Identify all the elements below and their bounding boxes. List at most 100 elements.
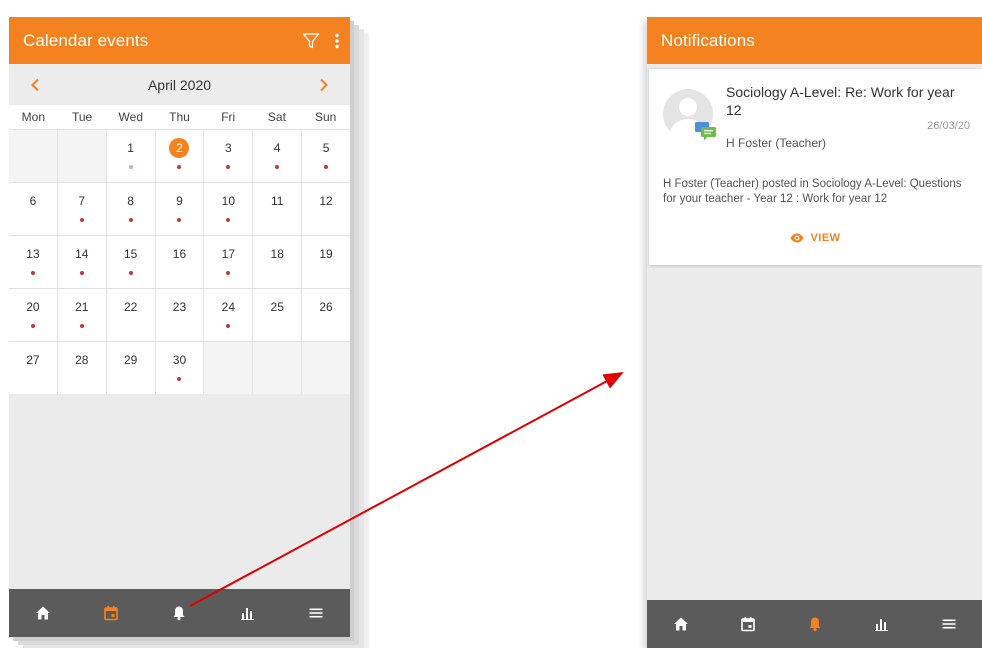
event-indicator-dot [324,165,329,169]
calendar-day[interactable]: 19 [302,236,350,288]
nav-tab-calendar[interactable] [728,600,768,648]
day-number: 8 [127,194,134,208]
calendar-day[interactable]: 29 [106,342,155,394]
calendar-day[interactable]: 25 [253,289,302,341]
day-number: 7 [78,194,86,208]
calendar-day[interactable]: 26 [302,289,350,341]
event-indicator-dot [79,218,84,222]
day-number: 5 [322,141,330,155]
view-button[interactable]: VIEW [649,232,982,244]
event-indicator-dot [226,165,231,169]
calendar-day[interactable]: 13 [9,236,57,288]
nav-tab-home[interactable] [23,589,63,637]
event-indicator-dot [177,377,182,381]
day-number: 2 [169,138,190,158]
calendar-app-bar: Calendar events [9,17,350,64]
calendar-title: Calendar events [23,30,149,50]
day-number: 13 [26,247,40,261]
event-indicator-dot [177,218,182,222]
day-number: 11 [270,194,284,208]
day-number: 30 [172,353,187,367]
nav-tab-menu[interactable] [929,600,969,648]
nav-tab-notifications[interactable] [159,589,199,637]
day-number: 26 [319,300,333,314]
nav-tab-calendar[interactable] [91,589,131,637]
month-title: April 2020 [147,76,212,93]
calendar-day[interactable]: 18 [253,236,302,288]
month-navigator: April 2020 [9,64,350,105]
calendar-day[interactable]: 5 [302,130,350,182]
eye-icon [790,233,804,243]
nav-tab-home[interactable] [661,600,701,648]
nav-tab-menu[interactable] [296,589,336,637]
chevron-left-icon [31,78,39,91]
calendar-day[interactable]: 7 [57,183,106,235]
calendar-day[interactable]: 21 [57,289,106,341]
nav-tab-grades[interactable] [862,600,902,648]
calendar-day[interactable]: 22 [106,289,155,341]
day-number: 19 [319,247,333,261]
calendar-day[interactable]: 17 [204,236,253,288]
calendar-icon [740,616,756,632]
weekday-label: Fri [221,110,236,124]
calendar-day[interactable]: 23 [155,289,204,341]
weekday-label: Tue [71,110,93,124]
day-number: 18 [270,247,284,261]
message-bubble-icon [695,121,717,146]
notification-card[interactable]: Sociology A-Level: Re: Work for year 12 … [649,69,982,265]
event-indicator-dot [177,165,182,169]
calendar-empty-cell [57,130,106,182]
day-number: 10 [221,194,236,208]
calendar-day[interactable]: 24 [204,289,253,341]
day-number: 1 [127,141,134,155]
notification-message: H Foster (Teacher) posted in Sociology A… [663,178,962,205]
menu-icon [941,616,957,632]
menu-icon [308,605,324,621]
chevron-right-icon [320,78,328,91]
notification-author: H Foster (Teacher) [726,136,827,150]
home-icon [673,616,689,632]
calendar-day[interactable]: 28 [57,342,106,394]
day-number: 27 [26,353,40,367]
day-number: 24 [221,300,236,314]
more-vert-icon[interactable] [334,32,340,50]
calendar-day[interactable]: 14 [57,236,106,288]
event-indicator-dot [128,165,133,169]
event-indicator-dot [128,218,133,222]
calendar-day[interactable]: 4 [253,130,302,182]
calendar-day[interactable]: 11 [253,183,302,235]
bell-icon [807,616,823,632]
event-indicator-dot [226,324,231,328]
filter-icon[interactable] [302,32,320,50]
calendar-day[interactable]: 1 [106,130,155,182]
calendar-grid: 1 2 3 4 5 6 7 8 9 10 11 12 13 14 15 16 17 18 19 20 21 22 23 24 2… [9,129,350,394]
calendar-day[interactable]: 8 [106,183,155,235]
calendar-day[interactable]: 20 [9,289,57,341]
day-number: 28 [75,353,89,367]
notifications-app-bar: Notifications [647,17,982,64]
day-number: 22 [123,300,138,314]
calendar-day[interactable]: 30 [155,342,204,394]
event-indicator-dot [30,271,35,275]
calendar-empty-cell [204,342,253,394]
next-month-button[interactable] [304,64,344,105]
calendar-day[interactable]: 2 [155,130,204,182]
nav-tab-grades[interactable] [228,589,268,637]
calendar-day[interactable]: 12 [302,183,350,235]
calendar-day[interactable]: 6 [9,183,57,235]
calendar-day[interactable]: 27 [9,342,57,394]
calendar-day[interactable]: 16 [155,236,204,288]
previous-month-button[interactable] [15,64,55,105]
weekday-label: Wed [118,110,144,124]
day-number: 9 [176,194,183,208]
day-number: 6 [29,194,37,208]
nav-tab-notifications[interactable] [795,600,835,648]
event-indicator-dot [79,271,84,275]
calendar-day[interactable]: 9 [155,183,204,235]
bell-icon [171,605,187,621]
calendar-day[interactable]: 15 [106,236,155,288]
bottom-navigation [9,589,350,637]
calendar-day[interactable]: 10 [204,183,253,235]
calendar-day[interactable]: 3 [204,130,253,182]
day-number: 3 [225,141,232,155]
